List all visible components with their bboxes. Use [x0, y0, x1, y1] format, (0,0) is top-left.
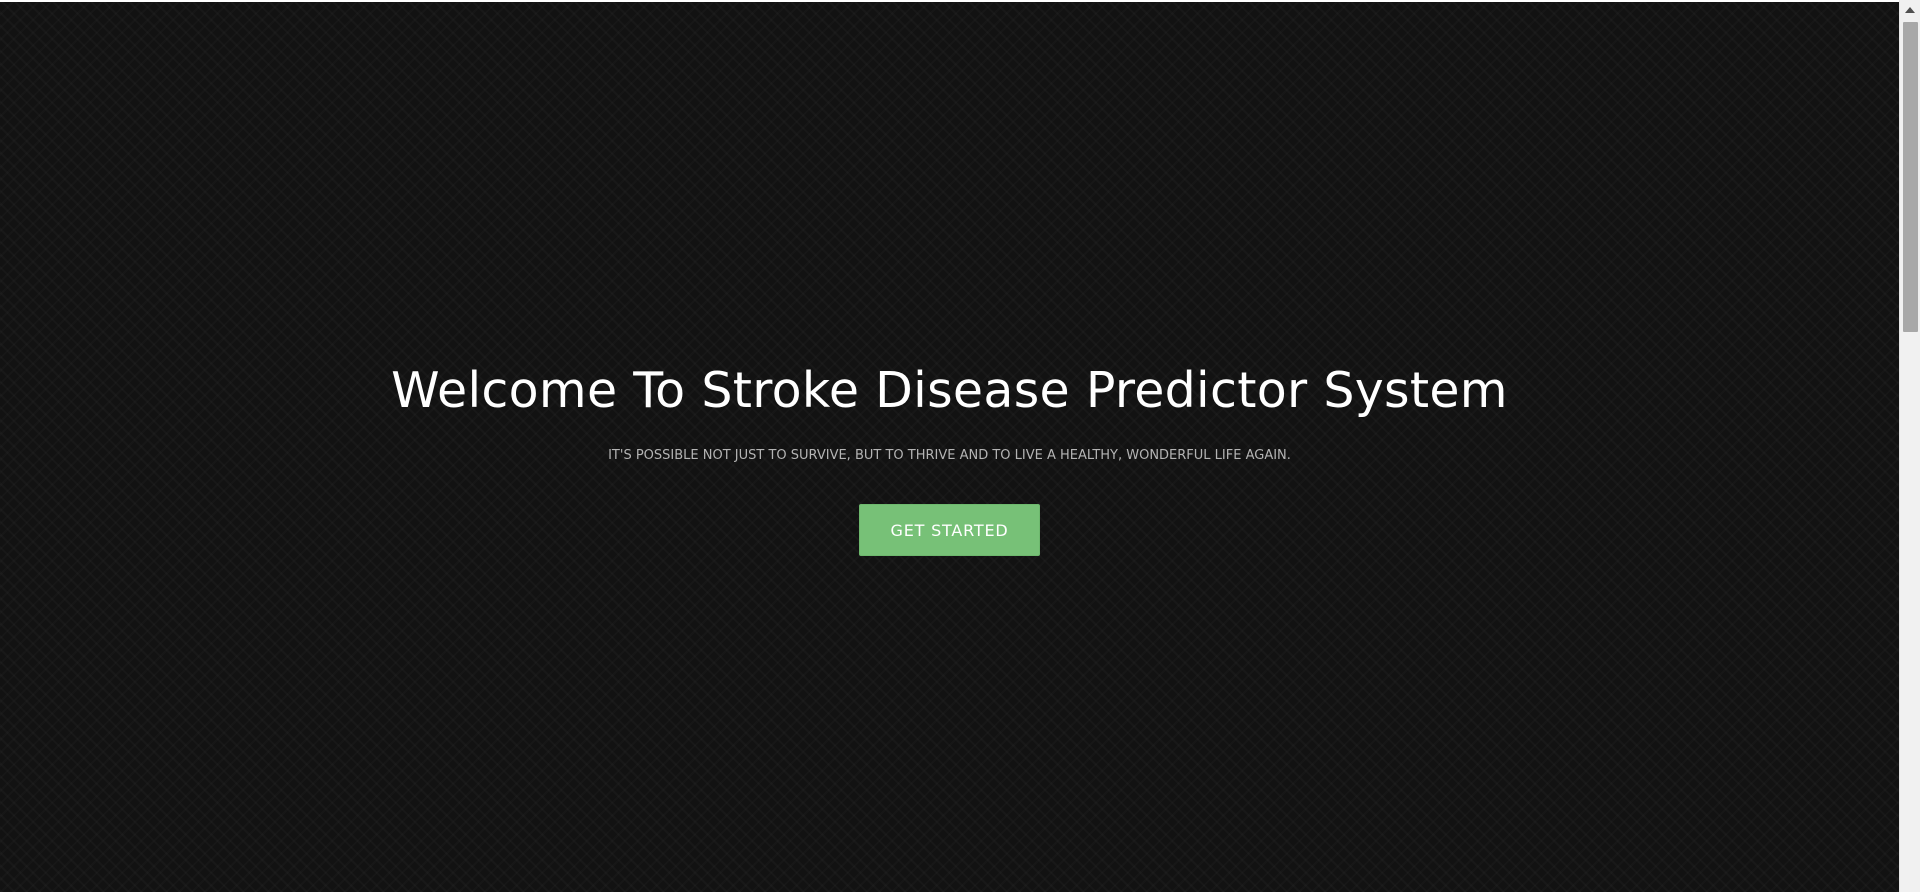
scrollbar-thumb[interactable]: [1903, 22, 1918, 332]
hero-subtitle: IT'S POSSIBLE NOT JUST TO SURVIVE, BUT T…: [608, 448, 1291, 463]
hero-section: Welcome To Stroke Disease Predictor Syst…: [0, 2, 1899, 892]
get-started-button[interactable]: GET STARTED: [859, 504, 1040, 556]
arrow-up-icon[interactable]: [1905, 7, 1915, 13]
vertical-scrollbar[interactable]: [1899, 0, 1920, 892]
hero-title: Welcome To Stroke Disease Predictor Syst…: [391, 362, 1508, 419]
